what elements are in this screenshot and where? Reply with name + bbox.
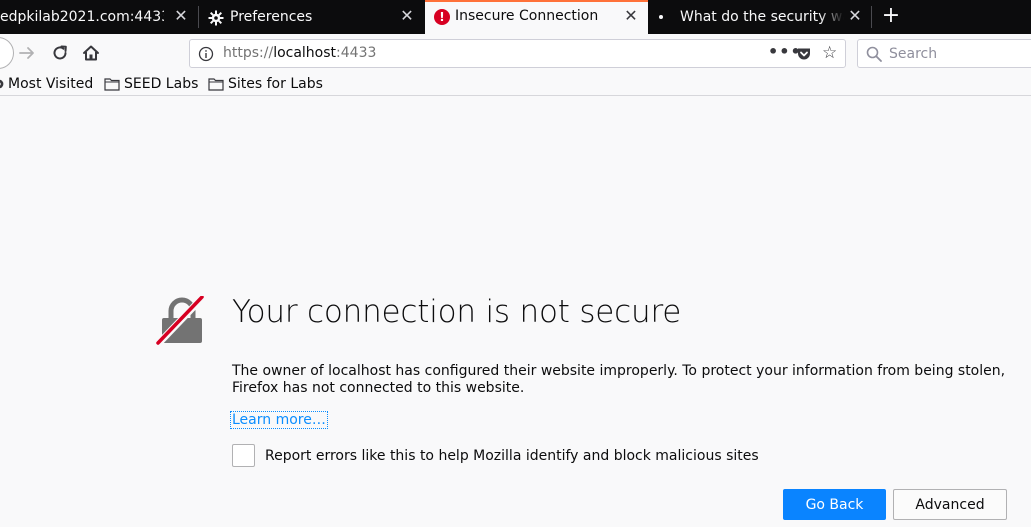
loading-dot-icon — [659, 15, 663, 19]
report-errors-label[interactable]: Report errors like this to help Mozilla … — [265, 448, 759, 464]
bookmark-most-visited[interactable]: Most Visited — [0, 74, 93, 94]
tab-edpkilab[interactable]: edpkilab2021.com:4433/ ✕ — [0, 0, 198, 34]
reload-button[interactable] — [49, 42, 71, 64]
bookmark-label: Most Visited — [8, 76, 94, 92]
forward-button[interactable] — [16, 42, 38, 64]
bookmark-star-icon[interactable]: ☆ — [822, 43, 837, 63]
tab-label: What do the security wa — [680, 9, 844, 25]
search-icon — [866, 46, 882, 62]
gear-icon — [208, 10, 224, 26]
tab-label: Preferences — [230, 9, 313, 25]
report-errors-row: Report errors like this to help Mozilla … — [232, 444, 759, 467]
error-page: Your connection is not secure The owner … — [0, 97, 1031, 527]
tab-separator — [871, 6, 872, 28]
home-button[interactable] — [80, 42, 102, 64]
url-host: localhost — [273, 45, 337, 61]
bookmark-label: SEED Labs — [124, 76, 199, 92]
search-bar[interactable] — [857, 39, 1031, 68]
new-tab-button[interactable]: + — [880, 5, 902, 27]
back-button[interactable] — [0, 37, 14, 69]
url-text[interactable]: https://localhost:4433 — [223, 45, 376, 61]
search-input[interactable] — [889, 44, 1031, 63]
bookmark-label: Sites for Labs — [228, 76, 323, 92]
tab-label: edpkilab2021.com:4433/ — [0, 9, 164, 25]
pocket-icon[interactable] — [796, 46, 812, 62]
close-tab-icon[interactable]: ✕ — [173, 8, 189, 24]
learn-more-link[interactable]: Learn more… — [230, 411, 328, 429]
bookmarks-toolbar: Most Visited SEED Labs Sites for Labs — [0, 72, 1031, 96]
arrow-right-icon — [19, 47, 34, 59]
gear-icon — [0, 79, 4, 89]
url-scheme: https:// — [223, 45, 274, 61]
url-bar[interactable]: https://localhost:4433 ••• ☆ — [189, 39, 846, 68]
url-port: :4433 — [336, 45, 377, 61]
home-icon — [83, 45, 99, 61]
close-tab-icon[interactable]: ✕ — [623, 8, 639, 24]
close-tab-icon[interactable]: ✕ — [399, 8, 415, 24]
error-icon: ! — [434, 9, 450, 25]
tab-label: Insecure Connection — [455, 8, 599, 24]
tab-preferences[interactable]: Preferences ✕ — [199, 0, 424, 34]
info-icon[interactable] — [198, 46, 214, 62]
folder-icon — [208, 78, 224, 91]
reload-icon — [53, 45, 67, 60]
broken-lock-icon — [156, 296, 206, 346]
close-tab-icon[interactable]: ✕ — [847, 8, 863, 24]
bookmark-folder-seed-labs[interactable]: SEED Labs — [104, 74, 198, 94]
tab-security-warnings[interactable]: What do the security wa ✕ — [649, 0, 871, 34]
page-title: Your connection is not secure — [232, 294, 682, 330]
bookmark-folder-sites-for-labs[interactable]: Sites for Labs — [208, 74, 323, 94]
go-back-button[interactable]: Go Back — [783, 489, 886, 520]
tab-insecure-connection[interactable]: ! Insecure Connection ✕ — [425, 0, 648, 34]
report-errors-checkbox[interactable] — [232, 444, 255, 467]
nav-bar: https://localhost:4433 ••• ☆ — [0, 34, 1031, 72]
folder-icon — [104, 78, 120, 91]
tab-strip: edpkilab2021.com:4433/ ✕ Preferences ✕ !… — [0, 0, 1031, 34]
advanced-button[interactable]: Advanced — [893, 489, 1007, 520]
error-description: The owner of localhost has configured th… — [232, 363, 1006, 396]
